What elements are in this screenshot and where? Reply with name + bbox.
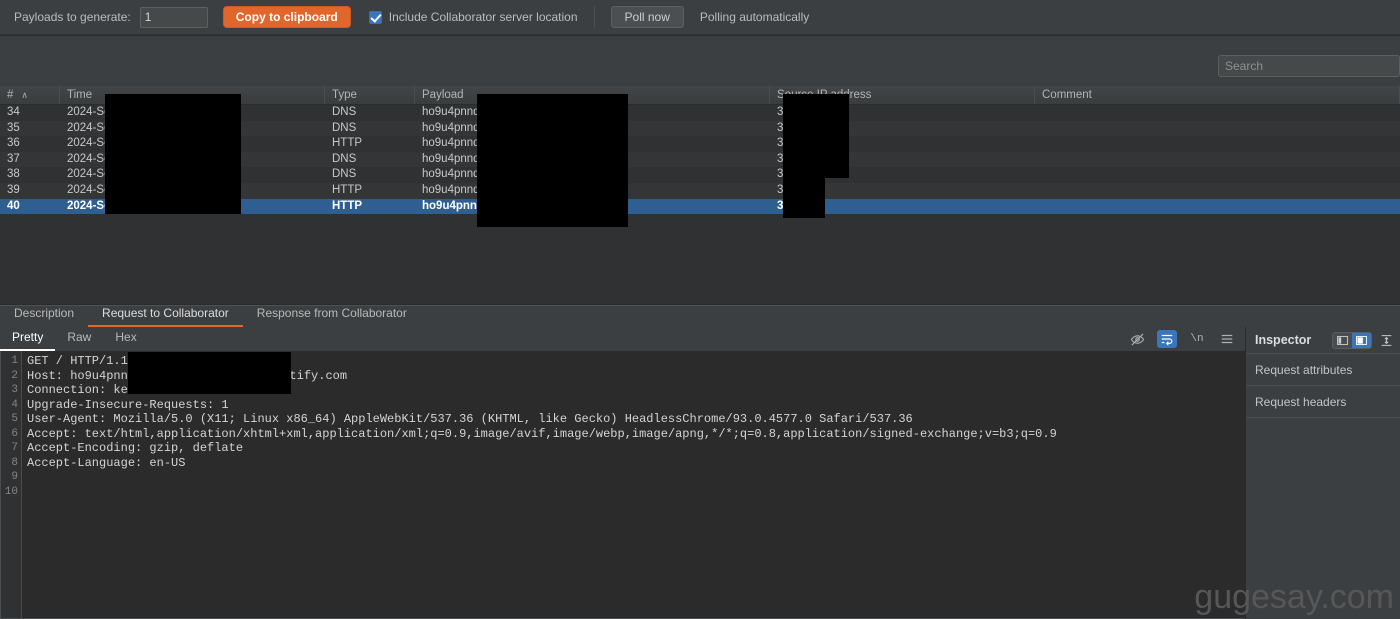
editor-icon-group: \n bbox=[1127, 330, 1237, 348]
inspector-panel: Inspector Request attributes Request hea… bbox=[1246, 327, 1400, 619]
tab-hex[interactable]: Hex bbox=[103, 328, 148, 351]
cell-type: HTTP bbox=[332, 199, 363, 212]
include-collaborator-location-checkbox-wrap[interactable]: Include Collaborator server location bbox=[368, 10, 578, 24]
inspector-layout-toggle-group bbox=[1332, 331, 1372, 349]
cell-number: 39 bbox=[7, 183, 20, 196]
cell-number: 35 bbox=[7, 121, 20, 134]
line-number: 9 bbox=[11, 471, 18, 483]
redaction-box-source-column bbox=[783, 94, 849, 178]
column-header-type[interactable]: Type bbox=[325, 86, 415, 104]
cell-number: 34 bbox=[7, 106, 20, 118]
column-header-number[interactable]: # ∧ bbox=[0, 86, 60, 104]
redaction-box-time-column bbox=[105, 94, 241, 214]
tab-raw[interactable]: Raw bbox=[55, 328, 103, 351]
include-collaborator-location-label: Include Collaborator server location bbox=[388, 10, 578, 24]
line-number: 10 bbox=[4, 485, 18, 498]
sort-ascending-icon: ∧ bbox=[21, 90, 28, 100]
inspector-title: Inspector bbox=[1255, 333, 1312, 347]
code-line: Accept-Language: en-US bbox=[27, 455, 186, 470]
layout-right-icon[interactable] bbox=[1352, 332, 1371, 348]
line-number: 6 bbox=[11, 427, 18, 440]
code-line: Upgrade-Insecure-Requests: 1 bbox=[27, 397, 229, 412]
cell-comment bbox=[1035, 136, 1400, 152]
line-number: 8 bbox=[11, 456, 18, 469]
line-number: 3 bbox=[11, 384, 18, 396]
collapse-icon[interactable] bbox=[1376, 331, 1396, 349]
menu-icon[interactable] bbox=[1217, 330, 1237, 348]
cell-type: HTTP bbox=[332, 137, 363, 150]
redaction-box-request-host bbox=[128, 352, 291, 394]
column-header-comment[interactable]: Comment bbox=[1035, 86, 1400, 104]
eye-off-icon[interactable] bbox=[1127, 330, 1147, 348]
collaborator-client-window: Payloads to generate: Copy to clipboard … bbox=[0, 0, 1400, 619]
line-number-gutter: 1 2 3 4 5 6 7 8 9 10 bbox=[1, 351, 22, 618]
inspector-header-buttons bbox=[1332, 331, 1400, 349]
tab-pretty[interactable]: Pretty bbox=[0, 328, 56, 351]
copy-to-clipboard-button[interactable]: Copy to clipboard bbox=[222, 6, 351, 28]
cell-comment bbox=[1035, 152, 1400, 168]
redaction-box-payload-column bbox=[477, 94, 628, 227]
tab-request-to-collaborator[interactable]: Request to Collaborator bbox=[88, 305, 243, 327]
cell-number: 40 bbox=[7, 199, 20, 212]
code-line: User-Agent: Mozilla/5.0 (X11; Linux x86_… bbox=[27, 412, 913, 426]
line-number: 1 bbox=[11, 355, 18, 367]
code-line: Accept-Encoding: gzip, deflate bbox=[27, 441, 244, 455]
editor-view-tabbar: Pretty Raw Hex \n bbox=[0, 327, 1245, 351]
cell-type: DNS bbox=[332, 106, 357, 118]
top-toolbar: Payloads to generate: Copy to clipboard … bbox=[0, 0, 1400, 35]
cell-type: HTTP bbox=[332, 183, 363, 196]
cell-comment bbox=[1035, 105, 1400, 121]
detail-tab-bar: Description Request to Collaborator Resp… bbox=[0, 305, 1400, 327]
inspector-header: Inspector bbox=[1246, 327, 1400, 354]
redaction-box-source-column-lower bbox=[783, 178, 825, 218]
code-line: Accept: text/html,application/xhtml+xml,… bbox=[27, 426, 1057, 441]
line-number: 4 bbox=[11, 398, 18, 411]
cell-number: 37 bbox=[7, 152, 20, 165]
cell-comment bbox=[1035, 167, 1400, 183]
payloads-to-generate-label: Payloads to generate: bbox=[14, 10, 131, 24]
cell-comment bbox=[1035, 199, 1400, 215]
search-input[interactable] bbox=[1218, 55, 1400, 77]
cell-comment bbox=[1035, 121, 1400, 137]
search-row bbox=[0, 36, 1400, 86]
line-number: 7 bbox=[11, 442, 18, 454]
cell-type: DNS bbox=[332, 152, 357, 165]
toolbar-divider bbox=[593, 6, 595, 28]
newline-icon[interactable]: \n bbox=[1187, 330, 1207, 348]
inspector-section-request-attributes[interactable]: Request attributes bbox=[1246, 354, 1400, 386]
cell-comment bbox=[1035, 183, 1400, 199]
checkbox-checked-icon[interactable] bbox=[368, 10, 382, 24]
tab-response-from-collaborator[interactable]: Response from Collaborator bbox=[243, 305, 421, 327]
payloads-to-generate-input[interactable] bbox=[139, 6, 208, 28]
inspector-section-request-headers[interactable]: Request headers bbox=[1246, 386, 1400, 418]
cell-number: 36 bbox=[7, 137, 20, 150]
cell-type: DNS bbox=[332, 121, 357, 134]
polling-status-label: Polling automatically bbox=[699, 10, 810, 24]
layout-left-icon[interactable] bbox=[1333, 332, 1352, 348]
site-watermark: gugesay.com bbox=[1194, 578, 1394, 616]
cell-number: 38 bbox=[7, 168, 20, 181]
line-number: 2 bbox=[11, 369, 18, 382]
poll-now-button[interactable]: Poll now bbox=[610, 6, 684, 28]
line-number: 5 bbox=[11, 413, 18, 425]
word-wrap-icon[interactable] bbox=[1157, 330, 1177, 348]
tab-description[interactable]: Description bbox=[0, 305, 88, 327]
cell-type: DNS bbox=[332, 168, 357, 181]
